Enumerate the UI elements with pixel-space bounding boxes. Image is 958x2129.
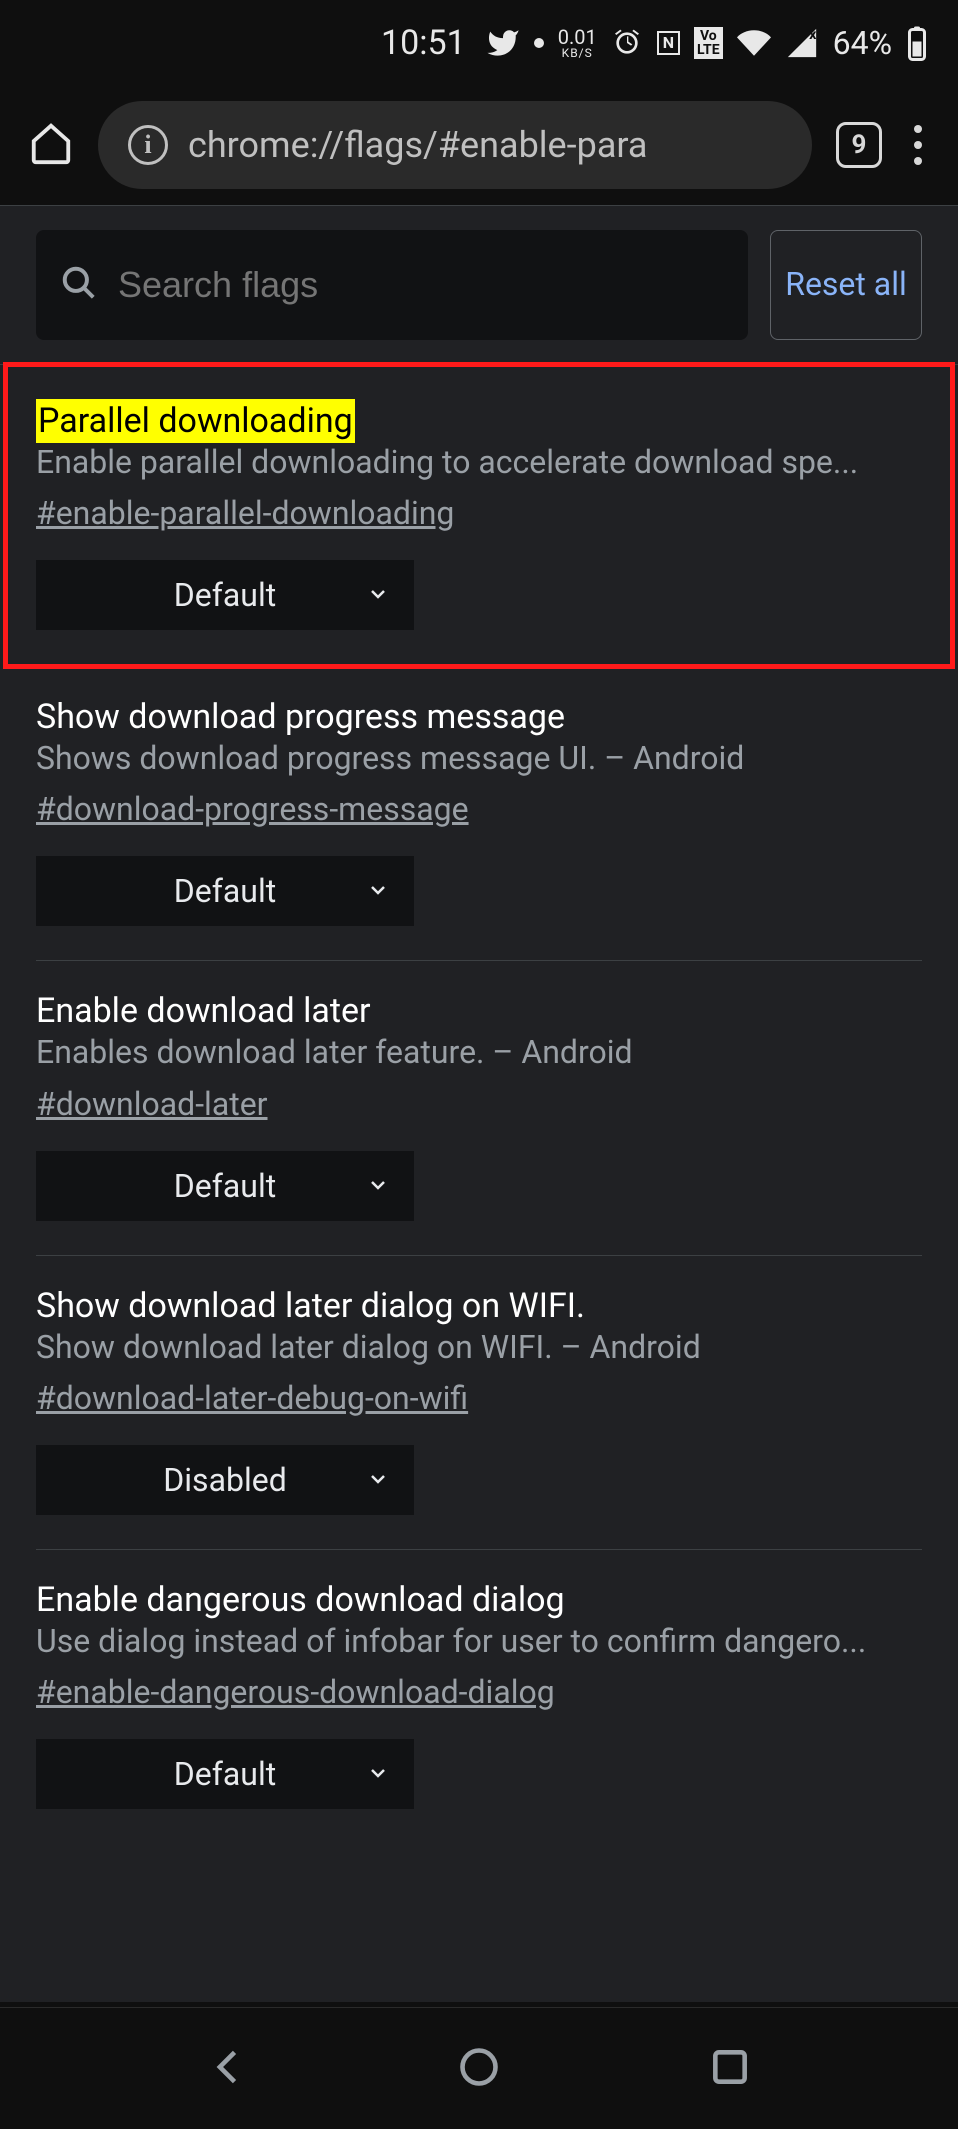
flag-select-value: Default	[174, 1167, 276, 1205]
flag-description: Use dialog instead of infobar for user t…	[36, 1620, 922, 1663]
svg-text:x: x	[809, 26, 817, 42]
flag-title: Show download progress message	[36, 697, 565, 737]
network-speed: 0.01 KB/S	[558, 27, 597, 59]
flag-enable-dangerous-download-dialog: Enable dangerous download dialog Use dia…	[36, 1550, 922, 1843]
flag-title: Enable dangerous download dialog	[36, 1580, 565, 1620]
nav-recents-icon[interactable]	[708, 2045, 752, 2093]
flag-select[interactable]: Default	[36, 1151, 414, 1221]
home-icon[interactable]	[28, 120, 74, 170]
flag-title: Parallel downloading	[36, 399, 355, 443]
alarm-icon	[611, 27, 643, 59]
site-info-icon[interactable]: i	[128, 125, 168, 165]
flag-select[interactable]: Default	[36, 856, 414, 926]
volte-icon: VoLTE	[694, 27, 723, 59]
url-bar[interactable]: i chrome://flags/#enable-para	[98, 101, 812, 189]
search-icon	[60, 264, 98, 306]
tab-switcher-button[interactable]: 9	[836, 122, 882, 168]
wifi-icon	[737, 26, 771, 60]
chevron-down-icon	[366, 576, 390, 614]
flag-select-value: Default	[174, 576, 276, 614]
search-input[interactable]	[118, 264, 724, 306]
network-speed-unit: KB/S	[558, 47, 597, 59]
flag-hash-link[interactable]: #download-progress-message	[36, 790, 469, 828]
search-row: Reset all	[0, 206, 958, 365]
android-navbar	[0, 2007, 958, 2129]
cellular-signal-icon: x	[785, 26, 819, 60]
battery-percentage: 64%	[833, 24, 892, 62]
flags-list: Parallel downloading Enable parallel dow…	[0, 365, 958, 1843]
flags-page: Reset all Parallel downloading Enable pa…	[0, 205, 958, 2002]
overflow-menu-icon[interactable]	[906, 125, 930, 165]
nfc-icon: N	[657, 31, 680, 55]
flag-download-later-debug-on-wifi: Show download later dialog on WIFI. Show…	[36, 1256, 922, 1550]
flag-select[interactable]: Default	[36, 560, 414, 630]
flag-title: Show download later dialog on WIFI.	[36, 1286, 585, 1326]
flag-hash-link[interactable]: #download-later-debug-on-wifi	[36, 1379, 468, 1417]
flag-select[interactable]: Disabled	[36, 1445, 414, 1515]
browser-toolbar: i chrome://flags/#enable-para 9	[0, 85, 958, 205]
flag-download-later: Enable download later Enables download l…	[36, 961, 922, 1255]
flag-description: Enable parallel downloading to accelerat…	[36, 441, 922, 484]
flag-parallel-downloading: Parallel downloading Enable parallel dow…	[6, 365, 952, 666]
flag-download-progress-message: Show download progress message Shows dow…	[36, 667, 922, 961]
flag-select-value: Default	[174, 1755, 276, 1793]
chevron-down-icon	[366, 1755, 390, 1793]
twitter-icon	[486, 26, 520, 60]
nav-back-icon[interactable]	[207, 2045, 251, 2093]
flag-select[interactable]: Default	[36, 1739, 414, 1809]
flag-description: Shows download progress message UI. – An…	[36, 737, 922, 780]
status-bar: 10:51 0.01 KB/S N VoLTE x 64%	[0, 0, 958, 85]
search-box[interactable]	[36, 230, 748, 340]
flag-hash-link[interactable]: #enable-parallel-downloading	[36, 494, 454, 532]
flag-hash-link[interactable]: #download-later	[36, 1085, 268, 1123]
flag-hash-link[interactable]: #enable-dangerous-download-dialog	[36, 1673, 555, 1711]
chevron-down-icon	[366, 1167, 390, 1205]
network-speed-value: 0.01	[558, 27, 597, 47]
url-text: chrome://flags/#enable-para	[188, 124, 647, 166]
clock: 10:51	[381, 23, 466, 63]
flag-description: Enables download later feature. – Androi…	[36, 1031, 922, 1074]
reset-all-button[interactable]: Reset all	[770, 230, 922, 340]
flag-select-value: Disabled	[163, 1461, 286, 1499]
notification-dot-icon	[534, 38, 544, 48]
chevron-down-icon	[366, 872, 390, 910]
nav-home-icon[interactable]	[457, 2045, 501, 2093]
chevron-down-icon	[366, 1461, 390, 1499]
flag-description: Show download later dialog on WIFI. – An…	[36, 1326, 922, 1369]
flag-select-value: Default	[174, 872, 276, 910]
flag-title: Enable download later	[36, 991, 371, 1031]
battery-icon	[906, 25, 928, 61]
